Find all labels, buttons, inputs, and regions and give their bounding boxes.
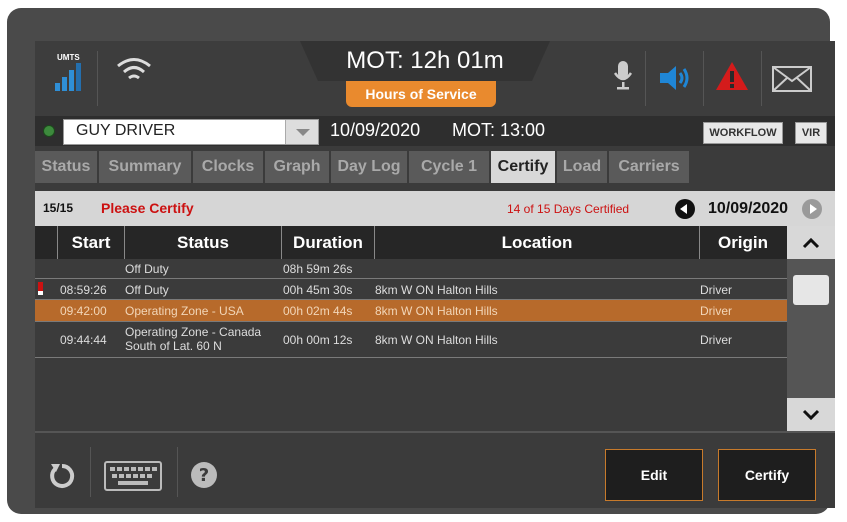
previous-day-button[interactable]: [675, 199, 695, 219]
workflow-button[interactable]: WORKFLOW: [703, 122, 783, 144]
cell-status: Off Duty: [125, 262, 169, 276]
signal-strength-icon: [55, 63, 81, 91]
certify-button[interactable]: Certify: [718, 449, 816, 501]
table-row[interactable]: 09:44:44 Operating Zone - Canada South o…: [35, 322, 787, 358]
tab-status[interactable]: Status: [35, 151, 97, 183]
table-row[interactable]: 08:59:26 Off Duty 00h 45m 30s 8km W ON H…: [35, 279, 787, 300]
warning-icon[interactable]: [715, 61, 749, 91]
cell-status: Operating Zone - USA: [125, 304, 244, 318]
cell-duration: 00h 02m 44s: [283, 304, 353, 318]
help-icon[interactable]: ?: [190, 461, 218, 489]
wifi-icon: [117, 58, 151, 80]
separator: [761, 51, 762, 106]
status-bar: UMTS MOT: 12h 01m Hours of Service: [35, 41, 835, 116]
edit-button[interactable]: Edit: [605, 449, 703, 501]
cell-start: 09:42:00: [60, 304, 107, 318]
certify-header: 15/15 Please Certify 14 of 15 Days Certi…: [35, 191, 835, 226]
log-table: Start Status Duration Location Origin Of…: [35, 226, 835, 431]
mot-panel[interactable]: MOT: 12h 01m Hours of Service: [300, 41, 550, 113]
tab-day-log[interactable]: Day Log: [331, 151, 407, 183]
column-header-origin[interactable]: Origin: [700, 226, 786, 259]
cell-duration: 08h 59m 26s: [283, 262, 353, 276]
separator: [645, 51, 646, 106]
table-row-selected[interactable]: 09:42:00 Operating Zone - USA 00h 02m 44…: [35, 300, 787, 322]
tab-summary[interactable]: Summary: [99, 151, 191, 183]
cell-start: 08:59:26: [60, 283, 107, 297]
cell-location: 8km W ON Halton Hills: [375, 283, 498, 297]
tab-graph[interactable]: Graph: [265, 151, 329, 183]
cell-origin: Driver: [700, 333, 732, 347]
uncertified-flag-icon: [38, 282, 43, 295]
scroll-down-button[interactable]: [787, 398, 835, 431]
driver-select[interactable]: GUY DRIVER: [63, 119, 319, 145]
chevron-down-icon[interactable]: [285, 120, 318, 144]
keyboard-icon[interactable]: [104, 461, 162, 491]
tab-bar: Status Summary Clocks Graph Day Log Cycl…: [35, 149, 835, 183]
network-type: UMTS: [57, 53, 80, 62]
separator: [90, 447, 91, 497]
column-header-location[interactable]: Location: [375, 226, 700, 259]
table-scrollbar[interactable]: [787, 226, 835, 431]
cell-status-line2: South of Lat. 60 N: [125, 339, 222, 353]
current-date: 10/09/2020: [708, 200, 789, 217]
tab-clocks[interactable]: Clocks: [193, 151, 263, 183]
column-header-flag: [35, 226, 58, 259]
day-counter: 15/15: [43, 201, 74, 215]
scroll-up-button[interactable]: [787, 226, 835, 259]
vir-button[interactable]: VIR: [795, 122, 827, 144]
separator: [97, 51, 98, 106]
driver-mot: MOT: 13:00: [452, 120, 546, 140]
driver-row: GUY DRIVER 10/09/2020 MOT: 13:00 WORKFLO…: [35, 116, 835, 146]
column-header-start[interactable]: Start: [58, 226, 125, 259]
tab-certify[interactable]: Certify: [491, 151, 555, 183]
screen: UMTS MOT: 12h 01m Hours of Service GUY D…: [35, 41, 835, 508]
certify-prompt: Please Certify: [101, 200, 194, 216]
chevron-down-icon: [802, 409, 820, 421]
certified-summary: 14 of 15 Days Certified: [507, 202, 630, 216]
table-header: Start Status Duration Location Origin: [35, 226, 787, 259]
driver-name: GUY DRIVER: [76, 122, 176, 139]
tab-carriers[interactable]: Carriers: [609, 151, 689, 183]
tab-load[interactable]: Load: [557, 151, 607, 183]
refresh-icon[interactable]: [47, 461, 77, 491]
cell-duration: 00h 45m 30s: [283, 283, 353, 297]
cell-start: 09:44:44: [60, 333, 107, 347]
separator: [703, 51, 704, 106]
cell-location: 8km W ON Halton Hills: [375, 333, 498, 347]
device-frame: UMTS MOT: 12h 01m Hours of Service GUY D…: [7, 8, 835, 514]
bottom-toolbar: ? Edit Certify: [35, 431, 835, 508]
svg-text:?: ?: [199, 465, 209, 486]
cell-status: Operating Zone - Canada: [125, 325, 262, 339]
cell-location: 8km W ON Halton Hills: [375, 304, 498, 318]
next-day-button[interactable]: [802, 199, 822, 219]
column-header-duration[interactable]: Duration: [282, 226, 375, 259]
microphone-icon[interactable]: [613, 59, 633, 91]
separator: [177, 447, 178, 497]
column-header-status[interactable]: Status: [125, 226, 282, 259]
cell-origin: Driver: [700, 304, 732, 318]
scroll-thumb[interactable]: [793, 275, 829, 305]
speaker-icon[interactable]: [658, 65, 692, 91]
mail-icon[interactable]: [772, 66, 812, 92]
cell-status: Off Duty: [125, 283, 169, 297]
hours-of-service-tab[interactable]: Hours of Service: [346, 81, 496, 107]
driver-status-indicator: [43, 125, 55, 137]
chevron-up-icon: [802, 237, 820, 249]
cell-origin: Driver: [700, 283, 732, 297]
cell-duration: 00h 00m 12s: [283, 333, 353, 347]
table-row[interactable]: Off Duty 08h 59m 26s: [35, 259, 787, 279]
mot-title: MOT: 12h 01m: [346, 47, 504, 74]
tab-cycle-1[interactable]: Cycle 1: [409, 151, 489, 183]
log-date: 10/09/2020: [330, 120, 421, 140]
